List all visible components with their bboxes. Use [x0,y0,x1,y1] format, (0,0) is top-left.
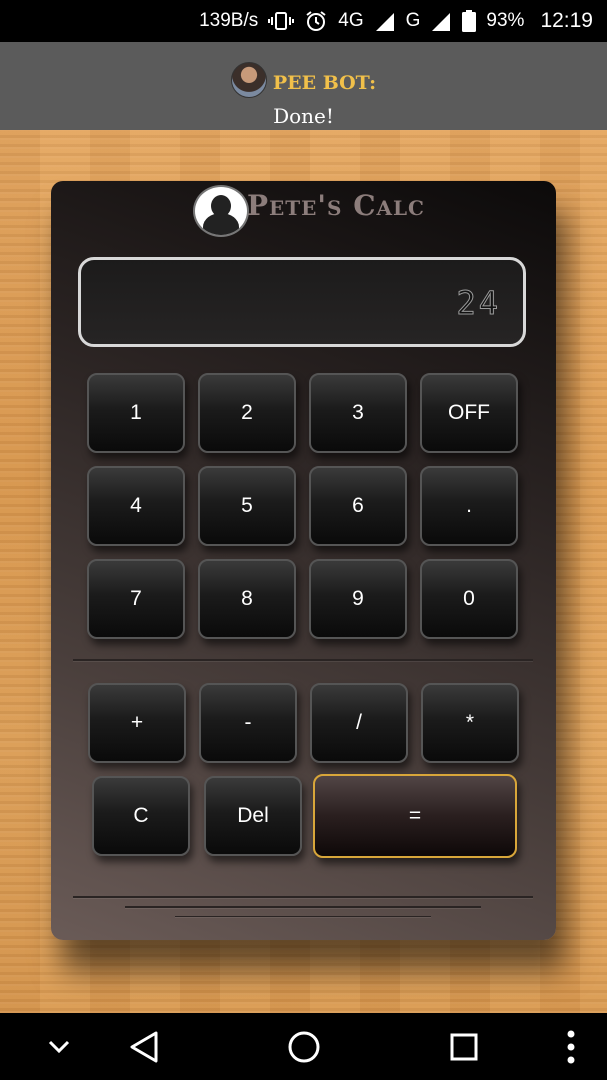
calculator-display: 24 [78,257,526,347]
back-icon[interactable] [128,1030,160,1068]
signal-icon [374,11,396,31]
key-3-button[interactable]: 3 [309,373,407,453]
network-g-label: G [405,10,421,31]
vibrate-icon [268,11,295,31]
person-silhouette-logo-icon [193,185,249,237]
decimal-point-button[interactable]: . [420,466,518,546]
display-value: 24 [456,284,501,323]
notification-sender: PEE BOT: [272,72,377,94]
off-button[interactable]: OFF [420,373,518,453]
delete-button[interactable]: Del [204,776,302,856]
divider-bottom-3 [175,916,431,917]
key-1-button[interactable]: 1 [87,373,185,453]
key-7-button[interactable]: 7 [87,559,185,639]
minus-button[interactable]: - [199,683,297,763]
divider [73,659,533,661]
signal-icon-2 [430,11,452,31]
recents-icon[interactable] [449,1032,479,1066]
status-bar: 139B/s 4G G 93% 12:19 [0,0,607,42]
divider-bottom-2 [125,906,481,908]
key-5-button[interactable]: 5 [198,466,296,546]
network-4g-label: 4G [338,10,364,31]
net-speed: 139B/s [199,10,259,31]
key-6-button[interactable]: 6 [309,466,407,546]
key-8-button[interactable]: 8 [198,559,296,639]
equals-button[interactable]: = [313,774,517,858]
navigation-bar [0,1013,607,1080]
multiply-button[interactable]: * [421,683,519,763]
calculator: Pete's Calc 24 1 2 3 OFF 4 5 6 . 7 8 9 0… [51,181,556,940]
key-9-button[interactable]: 9 [309,559,407,639]
home-icon[interactable] [287,1030,321,1068]
bot-notification: PEE BOT: Done! [0,42,607,130]
chevron-down-icon[interactable] [46,1035,72,1061]
battery-level: 93% [486,10,525,31]
key-2-button[interactable]: 2 [198,373,296,453]
notification-message: Done! [273,104,334,128]
clock: 12:19 [540,9,593,32]
key-0-button[interactable]: 0 [420,559,518,639]
key-4-button[interactable]: 4 [87,466,185,546]
clear-button[interactable]: C [92,776,190,856]
battery-icon [462,10,477,32]
avatar [230,62,267,98]
alarm-icon [304,9,328,33]
divide-button[interactable]: / [310,683,408,763]
plus-button[interactable]: + [88,683,186,763]
calculator-title: Pete's Calc [247,189,425,222]
more-icon[interactable] [566,1029,576,1069]
divider-bottom-1 [73,896,533,898]
